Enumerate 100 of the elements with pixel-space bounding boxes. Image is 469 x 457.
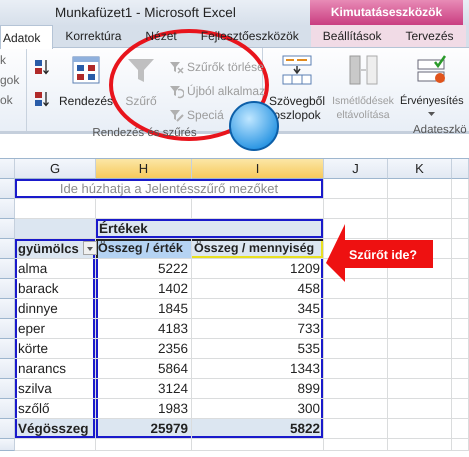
funnel-cross-icon bbox=[168, 59, 184, 75]
grid-cell bbox=[388, 419, 452, 439]
table-cell: 1402 bbox=[96, 279, 192, 299]
table-cell: narancs bbox=[15, 359, 96, 379]
grid-cell bbox=[324, 419, 388, 439]
table-header-cell: Összeg / érték bbox=[96, 239, 192, 259]
grid-cell bbox=[452, 179, 469, 199]
grid-cell bbox=[324, 439, 388, 451]
contextual-tab-group: Kimutatáseszközök bbox=[310, 0, 463, 25]
grid-cell bbox=[324, 319, 388, 339]
callout-text: Szűrőt ide? bbox=[349, 247, 418, 264]
table-cell: 1845 bbox=[96, 299, 192, 319]
row-header bbox=[0, 359, 15, 379]
ribbon-button-label[interactable]: gok bbox=[0, 70, 26, 90]
table-cell: 535 bbox=[192, 339, 324, 359]
table-cell: körte bbox=[15, 339, 96, 359]
grid-cell bbox=[388, 339, 452, 359]
columns-arrow-icon bbox=[347, 54, 379, 86]
table-cell: 25979 bbox=[96, 419, 192, 439]
funnel-arrow-icon bbox=[168, 83, 184, 99]
grid-cell bbox=[388, 219, 452, 239]
table-header-cell: Összeg / mennyiség bbox=[192, 239, 324, 259]
grid-cell bbox=[324, 199, 388, 219]
grid-cell bbox=[452, 219, 469, 239]
column-header[interactable]: G bbox=[15, 159, 96, 179]
row-header-corner bbox=[0, 159, 15, 179]
column-header[interactable]: J bbox=[324, 159, 388, 179]
table-cell: szilva bbox=[15, 379, 96, 399]
group-label: Adateszkö bbox=[412, 123, 468, 138]
ribbon-button-label[interactable]: k bbox=[0, 50, 26, 70]
sort-ascending-icon bbox=[34, 59, 50, 75]
table-cell: eper bbox=[15, 319, 96, 339]
table-cell: Végösszeg bbox=[15, 419, 96, 439]
filter-drop-zone: Ide húzhatja a Jelentésszűrő mezőket bbox=[15, 179, 324, 199]
grid-cell bbox=[388, 199, 452, 219]
table-cell: 345 bbox=[192, 299, 324, 319]
table-cell: 5864 bbox=[96, 359, 192, 379]
split-columns-icon bbox=[281, 54, 313, 86]
window-title: Munkafüzet1 - Microsoft Excel bbox=[54, 4, 237, 22]
sort-descending-icon bbox=[34, 91, 50, 107]
grid-cell bbox=[452, 399, 469, 419]
grid-cell bbox=[388, 439, 452, 451]
grid-cell bbox=[324, 279, 388, 299]
table-cell: 4183 bbox=[96, 319, 192, 339]
column-header[interactable]: H bbox=[96, 159, 192, 179]
ribbon-tab[interactable]: Adatok bbox=[0, 25, 54, 49]
sort-button[interactable] bbox=[32, 58, 52, 76]
grid-cell bbox=[388, 179, 452, 199]
row-header bbox=[0, 199, 15, 219]
grid-cell bbox=[452, 239, 469, 259]
grid-cell bbox=[452, 279, 469, 299]
grid-cell bbox=[388, 379, 452, 399]
grid-cell bbox=[452, 439, 469, 451]
grid-cell bbox=[452, 359, 469, 379]
table-cell: 458 bbox=[192, 279, 324, 299]
grid-cell bbox=[452, 339, 469, 359]
ribbon-tab[interactable]: Beállítások bbox=[310, 25, 394, 47]
row-header bbox=[0, 279, 15, 299]
grid-cell bbox=[452, 319, 469, 339]
ribbon-tab[interactable]: Tervezés bbox=[394, 25, 466, 47]
ribbon-tab[interactable]: Korrektúra bbox=[53, 25, 134, 47]
ribbon-button[interactable]: Érvényesítés bbox=[397, 54, 467, 116]
row-header bbox=[0, 319, 15, 339]
grid-cell bbox=[324, 179, 388, 199]
row-header bbox=[0, 239, 15, 259]
table-cell: barack bbox=[15, 279, 96, 299]
table-cell: dinnye bbox=[15, 299, 96, 319]
grid-cell bbox=[388, 319, 452, 339]
column-header[interactable]: K bbox=[388, 159, 452, 179]
sort-grid-icon bbox=[70, 54, 102, 86]
table-cell: 5222 bbox=[96, 259, 192, 279]
table-cell: 5822 bbox=[192, 419, 324, 439]
table-header-cell: gyümölcs bbox=[15, 239, 96, 259]
dropdown-button[interactable] bbox=[82, 241, 97, 255]
row-header bbox=[0, 179, 15, 199]
sort-button[interactable] bbox=[32, 90, 52, 108]
funnel-pencil-icon bbox=[168, 107, 184, 123]
grid-cell bbox=[452, 259, 469, 279]
ribbon-button[interactable]: Rendezés bbox=[56, 54, 116, 108]
grid-cell bbox=[324, 359, 388, 379]
grid-cell bbox=[324, 339, 388, 359]
row-header bbox=[0, 259, 15, 279]
table-cell: alma bbox=[15, 259, 96, 279]
grid-cell bbox=[388, 359, 452, 379]
grid-cell bbox=[388, 399, 452, 419]
column-header-stub bbox=[452, 159, 469, 179]
table-cell: 3124 bbox=[96, 379, 192, 399]
row-header bbox=[0, 379, 15, 399]
column-header[interactable]: I bbox=[192, 159, 324, 179]
ribbon-button-label[interactable]: ok bbox=[0, 90, 26, 110]
grid-cell bbox=[452, 199, 469, 219]
grid-cell bbox=[324, 379, 388, 399]
table-cell: 733 bbox=[192, 319, 324, 339]
grid-cell bbox=[324, 299, 388, 319]
table-cell: 2356 bbox=[96, 339, 192, 359]
table-cell: 1343 bbox=[192, 359, 324, 379]
row-header bbox=[0, 219, 15, 239]
row-header bbox=[0, 339, 15, 359]
row-header bbox=[0, 299, 15, 319]
grid-cell bbox=[452, 379, 469, 399]
